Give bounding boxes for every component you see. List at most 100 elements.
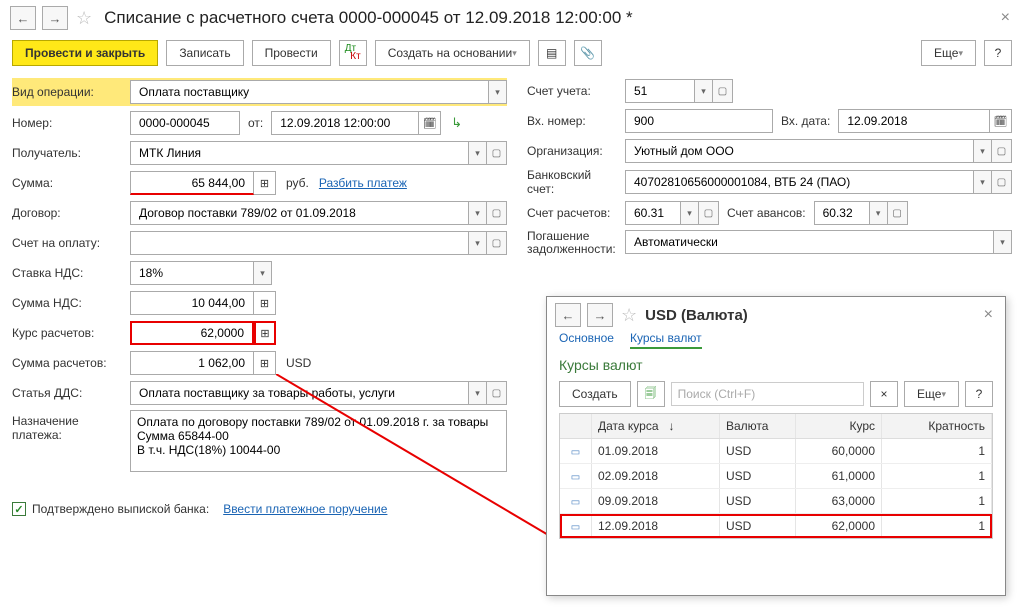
- copy-icon[interactable]: 🗐: [637, 381, 665, 407]
- debt-input[interactable]: [632, 234, 987, 250]
- amount-calc-icon[interactable]: ⊞: [254, 171, 276, 195]
- calc-sum-calc-icon[interactable]: ⊞: [254, 351, 276, 375]
- popup-star-icon[interactable]: ☆: [621, 305, 637, 326]
- amount-input[interactable]: [137, 175, 247, 191]
- vat-sum-calc-icon[interactable]: ⊞: [254, 291, 276, 315]
- calc-acc-input[interactable]: [632, 205, 674, 221]
- forward-button[interactable]: →: [42, 6, 68, 30]
- calendar-icon[interactable]: 🗓: [419, 111, 441, 135]
- col-date[interactable]: Дата курса ↓: [592, 414, 720, 438]
- table-row[interactable]: ▭09.09.2018USD63,00001: [560, 489, 992, 514]
- account-open-icon[interactable]: ▢: [713, 79, 733, 103]
- recipient-dropdown-icon[interactable]: ▾: [469, 141, 487, 165]
- debit-credit-button[interactable]: Дт Кт: [339, 40, 367, 66]
- tab-rates[interactable]: Курсы валют: [630, 331, 702, 349]
- contract-dropdown-icon[interactable]: ▾: [469, 201, 487, 225]
- number-input[interactable]: [137, 115, 233, 131]
- account-input[interactable]: [632, 83, 688, 99]
- invoice-dropdown-icon[interactable]: ▾: [469, 231, 487, 255]
- contract-input[interactable]: [137, 205, 462, 221]
- in-date-calendar-icon[interactable]: 🗓: [990, 109, 1012, 133]
- save-button[interactable]: Записать: [166, 40, 243, 66]
- dds-label: Статья ДДС:: [12, 386, 130, 400]
- enter-order-link[interactable]: Ввести платежное поручение: [223, 502, 387, 516]
- debt-label: Погашение задолженности:: [527, 230, 625, 256]
- dds-dropdown-icon[interactable]: ▾: [469, 381, 487, 405]
- more-button[interactable]: Еще: [921, 40, 976, 66]
- account-dropdown-icon[interactable]: ▾: [695, 79, 713, 103]
- purpose-textarea[interactable]: [130, 410, 507, 472]
- back-button[interactable]: ←: [10, 6, 36, 30]
- op-type-input[interactable]: [137, 84, 482, 100]
- commit-button[interactable]: Провести: [252, 40, 331, 66]
- col-mult[interactable]: Кратность: [882, 414, 992, 438]
- calc-acc-open-icon[interactable]: ▢: [699, 201, 719, 225]
- search-input[interactable]: Поиск (Ctrl+F): [671, 382, 864, 406]
- calc-acc-dropdown-icon[interactable]: ▾: [681, 201, 699, 225]
- cell-currency: USD: [720, 464, 796, 488]
- create-button[interactable]: Создать: [559, 381, 631, 407]
- rate-input[interactable]: [138, 325, 246, 341]
- row-icon: ▭: [571, 497, 580, 508]
- adv-acc-label: Счет авансов:: [719, 206, 814, 220]
- search-clear-icon[interactable]: ×: [870, 381, 898, 407]
- col-rate[interactable]: Курс: [796, 414, 882, 438]
- contract-open-icon[interactable]: ▢: [487, 201, 507, 225]
- structure-icon[interactable]: ▤: [538, 40, 566, 66]
- debt-dropdown-icon[interactable]: ▾: [994, 230, 1012, 254]
- table-row[interactable]: ▭12.09.2018USD62,00001: [560, 514, 992, 538]
- rate-calc-icon[interactable]: ⊞: [254, 321, 276, 345]
- bank-acc-open-icon[interactable]: ▢: [992, 170, 1012, 194]
- adv-acc-dropdown-icon[interactable]: ▾: [870, 201, 888, 225]
- adv-acc-open-icon[interactable]: ▢: [888, 201, 908, 225]
- recipient-open-icon[interactable]: ▢: [487, 141, 507, 165]
- tab-main[interactable]: Основное: [559, 331, 614, 349]
- attach-icon[interactable]: 📎: [574, 40, 602, 66]
- cell-currency: USD: [720, 514, 796, 538]
- bank-acc-input[interactable]: [632, 174, 967, 190]
- dds-input[interactable]: [137, 385, 462, 401]
- create-based-button[interactable]: Создать на основании: [375, 40, 530, 66]
- op-type-dropdown-icon[interactable]: ▾: [489, 80, 507, 104]
- calc-sum-input[interactable]: [137, 355, 247, 371]
- cell-rate: 61,0000: [796, 464, 882, 488]
- close-icon[interactable]: ×: [997, 9, 1014, 27]
- table-row[interactable]: ▭02.09.2018USD61,00001: [560, 464, 992, 489]
- col-currency[interactable]: Валюта: [720, 414, 796, 438]
- popup-close-icon[interactable]: ×: [980, 306, 997, 324]
- bank-acc-dropdown-icon[interactable]: ▾: [974, 170, 992, 194]
- cell-date: 02.09.2018: [592, 464, 720, 488]
- help-button[interactable]: ?: [984, 40, 1012, 66]
- commit-close-button[interactable]: Провести и закрыть: [12, 40, 158, 66]
- favorite-star-icon[interactable]: ☆: [76, 8, 92, 29]
- popup-more-button[interactable]: Еще: [904, 381, 959, 407]
- org-dropdown-icon[interactable]: ▾: [974, 139, 992, 163]
- popup-back-button[interactable]: ←: [555, 303, 581, 327]
- cell-currency: USD: [720, 439, 796, 463]
- bank-acc-label: Банковский счет:: [527, 168, 625, 196]
- vat-rate-dropdown-icon[interactable]: ▾: [254, 261, 272, 285]
- table-row[interactable]: ▭01.09.2018USD60,00001: [560, 439, 992, 464]
- popup-forward-button[interactable]: →: [587, 303, 613, 327]
- in-date-label: Вх. дата:: [773, 114, 838, 128]
- in-date-input[interactable]: [845, 113, 983, 129]
- confirmed-checkbox[interactable]: ✓: [12, 502, 26, 516]
- vat-rate-input[interactable]: [137, 265, 247, 281]
- in-number-input[interactable]: [632, 113, 766, 129]
- vat-sum-input[interactable]: [137, 295, 247, 311]
- confirmed-label: Подтверждено выпиской банка:: [32, 502, 209, 516]
- purpose-label: Назначение платежа:: [12, 410, 130, 442]
- org-open-icon[interactable]: ▢: [992, 139, 1012, 163]
- recipient-input[interactable]: [137, 145, 462, 161]
- contract-label: Договор:: [12, 206, 130, 220]
- org-input[interactable]: [632, 143, 967, 159]
- date-input[interactable]: [278, 115, 412, 131]
- invoice-input[interactable]: [137, 235, 462, 251]
- dds-open-icon[interactable]: ▢: [487, 381, 507, 405]
- popup-help-button[interactable]: ?: [965, 381, 993, 407]
- vat-rate-label: Ставка НДС:: [12, 266, 130, 280]
- invoice-open-icon[interactable]: ▢: [487, 231, 507, 255]
- adv-acc-input[interactable]: [821, 205, 863, 221]
- invoice-label: Счет на оплату:: [12, 236, 130, 250]
- split-payment-link[interactable]: Разбить платеж: [319, 176, 407, 190]
